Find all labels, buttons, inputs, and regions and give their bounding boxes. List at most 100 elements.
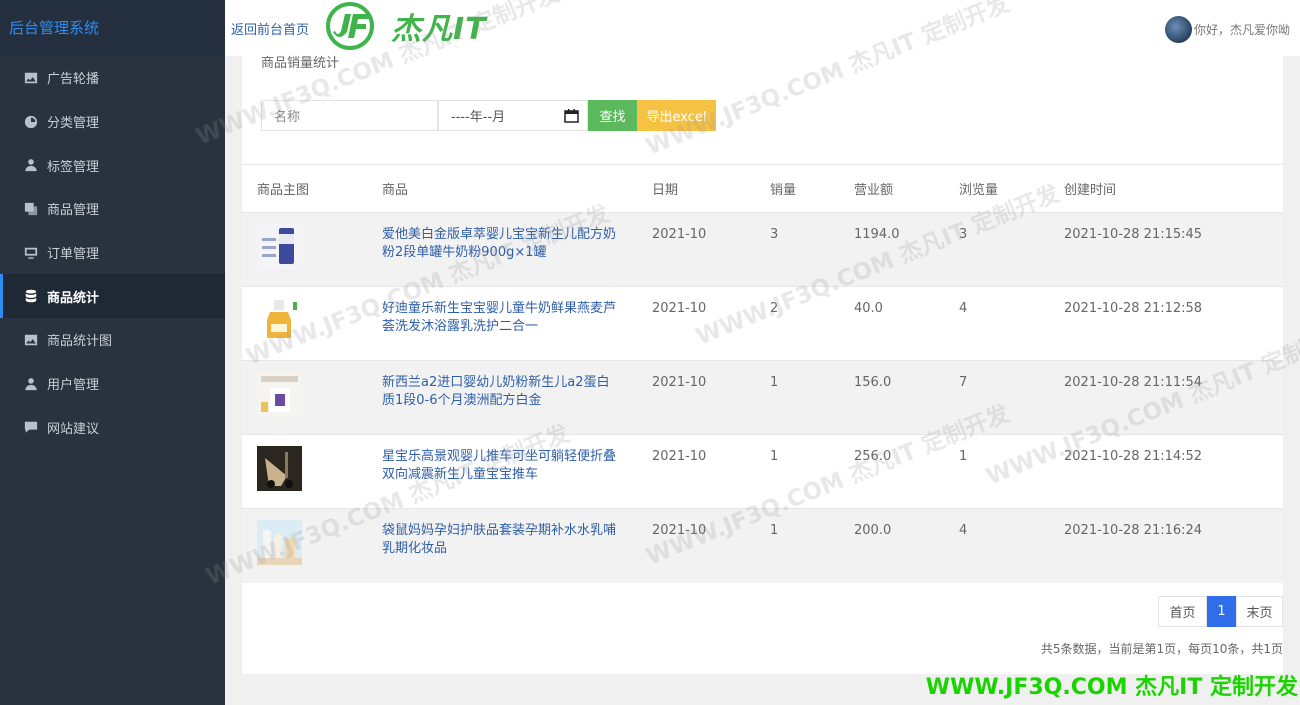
clone-icon — [24, 202, 38, 216]
product-name-link[interactable]: 爱他美白金版卓萃婴儿宝宝新生儿配方奶粉2段单罐牛奶粉900g×1罐 — [367, 213, 637, 287]
cell-created: 2021-10-28 21:15:45 — [1064, 227, 1203, 242]
sidebar-item-users[interactable]: 用户管理 — [0, 362, 225, 406]
jf-logo-icon — [326, 2, 374, 50]
product-name-link[interactable]: 星宝乐高景观婴儿推车可坐可躺轻便折叠双向减震新生儿童宝宝推车 — [367, 435, 637, 509]
sidebar-item-product-stats[interactable]: 商品统计 — [0, 274, 225, 319]
cell-date: 2021-10 — [652, 449, 707, 464]
table-row: 星宝乐高景观婴儿推车可坐可躺轻便折叠双向减震新生儿童宝宝推车 2021-10 1… — [242, 434, 1283, 509]
sidebar-item-category[interactable]: 分类管理 — [0, 100, 225, 144]
sidebar-item-label: 网站建议 — [47, 421, 100, 437]
product-thumbnail[interactable] — [257, 224, 302, 269]
cell-revenue: 1194.0 — [854, 227, 900, 242]
sidebar-item-tags[interactable]: 标签管理 — [0, 143, 225, 187]
product-name-link[interactable]: 好迪童乐新生宝宝婴儿童牛奶鲜果燕麦芦荟洗发沐浴露乳洗护二合一 — [367, 287, 637, 361]
name-search-input[interactable]: 名称 — [261, 100, 438, 131]
product-thumbnail[interactable] — [257, 298, 302, 343]
sidebar-item-label: 商品管理 — [47, 203, 100, 219]
table-header-row: 商品主图 商品 日期 销量 营业额 浏览量 创建时间 — [242, 164, 1283, 213]
col-header-sales: 销量 — [770, 183, 797, 198]
cell-sales: 1 — [770, 523, 779, 538]
stats-panel: 商品销量统计 名称 ----年--月 查找 导出excel 商品主图 商品 日期… — [242, 56, 1283, 674]
sales-table: 商品主图 商品 日期 销量 营业额 浏览量 创建时间 爱他美白金版卓萃婴儿宝宝新… — [242, 164, 1283, 583]
pagination-summary: 共5条数据，当前是第1页，每页10条，共1页 — [1040, 642, 1283, 656]
cell-revenue: 256.0 — [854, 449, 892, 464]
cell-views: 3 — [959, 227, 968, 242]
product-thumbnail[interactable] — [257, 372, 302, 417]
dashboard-icon — [24, 115, 38, 129]
sidebar-item-label: 用户管理 — [47, 378, 100, 394]
sidebar: 后台管理系统 广告轮播 分类管理 标签管理 商品管理 订单管理 商品统计 商品统… — [0, 0, 225, 705]
cell-views: 4 — [959, 301, 968, 316]
col-header-views: 浏览量 — [959, 183, 999, 198]
col-header-created: 创建时间 — [1064, 183, 1117, 198]
cell-sales: 1 — [770, 375, 779, 390]
cell-revenue: 40.0 — [854, 301, 883, 316]
table-row: 新西兰a2进口婴幼儿奶粉新生儿a2蛋白质1段0-6个月澳洲配方白金 2021-1… — [242, 360, 1283, 435]
sidebar-item-label: 分类管理 — [47, 116, 100, 132]
cell-created: 2021-10-28 21:12:58 — [1064, 301, 1203, 316]
cell-created: 2021-10-28 21:11:54 — [1064, 375, 1203, 390]
cell-date: 2021-10 — [652, 375, 707, 390]
sidebar-item-orders[interactable]: 订单管理 — [0, 231, 225, 275]
sidebar-item-label: 广告轮播 — [47, 72, 100, 88]
calendar-icon[interactable] — [564, 108, 579, 123]
cell-views: 1 — [959, 449, 968, 464]
cell-date: 2021-10 — [652, 523, 707, 538]
user-tie-icon — [24, 158, 38, 172]
top-header: 返回前台首页 杰凡IT 你好，杰凡爱你呦 — [225, 0, 1300, 56]
cell-sales: 1 — [770, 449, 779, 464]
logo: 杰凡IT — [317, 2, 487, 50]
sidebar-brand[interactable]: 后台管理系统 — [0, 0, 225, 56]
col-header-date: 日期 — [652, 183, 679, 198]
table-row: 好迪童乐新生宝宝婴儿童牛奶鲜果燕麦芦荟洗发沐浴露乳洗护二合一 2021-10 2… — [242, 286, 1283, 361]
sidebar-item-products[interactable]: 商品管理 — [0, 187, 225, 231]
cell-sales: 3 — [770, 227, 779, 242]
table-row: 袋鼠妈妈孕妇护肤品套装孕期补水水乳哺乳期化妆品 2021-10 1 200.0 … — [242, 508, 1283, 583]
product-thumbnail[interactable] — [257, 446, 302, 491]
cell-revenue: 200.0 — [854, 523, 892, 538]
first-page-button[interactable]: 首页 — [1158, 596, 1207, 627]
image-icon — [24, 333, 38, 347]
col-header-image: 商品主图 — [257, 183, 310, 198]
footer-watermark: WWW.JF3Q.COM 杰凡IT 定制开发 — [925, 675, 1298, 700]
user-greeting: 你好，杰凡爱你呦 — [1193, 23, 1290, 37]
cell-created: 2021-10-28 21:14:52 — [1064, 449, 1203, 464]
sidebar-item-label: 订单管理 — [47, 247, 100, 263]
export-excel-button[interactable]: 导出excel — [637, 100, 716, 131]
sidebar-item-label: 商品统计图 — [47, 334, 113, 350]
col-header-product: 商品 — [382, 183, 409, 198]
cell-views: 4 — [959, 523, 968, 538]
image-icon — [24, 71, 38, 85]
sidebar-item-stats-chart[interactable]: 商品统计图 — [0, 318, 225, 362]
sidebar-item-ad-carousel[interactable]: 广告轮播 — [0, 56, 225, 100]
monitor-icon — [24, 246, 38, 260]
col-header-revenue: 营业额 — [854, 183, 894, 198]
table-row: 爱他美白金版卓萃婴儿宝宝新生儿配方奶粉2段单罐牛奶粉900g×1罐 2021-1… — [242, 212, 1283, 287]
last-page-button[interactable]: 末页 — [1236, 596, 1283, 627]
month-picker[interactable]: ----年--月 — [438, 100, 588, 131]
cell-views: 7 — [959, 375, 968, 390]
month-picker-placeholder: ----年--月 — [451, 110, 506, 125]
user-icon — [24, 377, 38, 391]
name-search-placeholder: 名称 — [274, 110, 301, 125]
cell-sales: 2 — [770, 301, 779, 316]
cell-date: 2021-10 — [652, 227, 707, 242]
avatar[interactable] — [1164, 16, 1192, 43]
user-menu[interactable]: 你好，杰凡爱你呦 — [1164, 16, 1290, 43]
database-icon — [24, 289, 38, 303]
sidebar-item-feedback[interactable]: 网站建议 — [0, 406, 225, 450]
cell-revenue: 156.0 — [854, 375, 892, 390]
comment-icon — [24, 420, 38, 434]
pagination: 首页 1 末页 — [1158, 596, 1283, 627]
page-title: 商品销量统计 — [261, 56, 340, 71]
current-page-button[interactable]: 1 — [1207, 596, 1236, 627]
product-thumbnail[interactable] — [257, 520, 302, 565]
cell-date: 2021-10 — [652, 301, 707, 316]
product-name-link[interactable]: 袋鼠妈妈孕妇护肤品套装孕期补水水乳哺乳期化妆品 — [367, 509, 637, 583]
search-button[interactable]: 查找 — [588, 100, 637, 131]
cell-created: 2021-10-28 21:16:24 — [1064, 523, 1203, 538]
product-name-link[interactable]: 新西兰a2进口婴幼儿奶粉新生儿a2蛋白质1段0-6个月澳洲配方白金 — [367, 361, 637, 435]
sidebar-item-label: 标签管理 — [47, 159, 100, 175]
logo-text: 杰凡IT — [391, 12, 487, 47]
back-to-home-link[interactable]: 返回前台首页 — [231, 19, 309, 38]
